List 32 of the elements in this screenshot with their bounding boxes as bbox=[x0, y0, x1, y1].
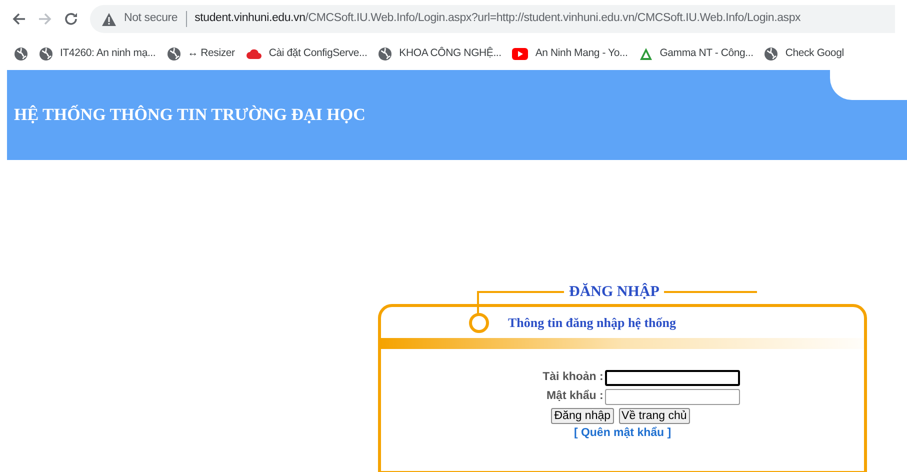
site-title: HỆ THỐNG THÔNG TIN TRƯỜNG ĐẠI HỌC bbox=[14, 104, 366, 126]
bookmark[interactable]: Cài đặt ConfigServe... bbox=[246, 46, 368, 62]
bookmark[interactable]: Check Googl bbox=[764, 46, 844, 62]
globe-icon bbox=[166, 47, 181, 61]
bookmark[interactable] bbox=[14, 47, 28, 61]
globe-icon bbox=[39, 47, 53, 61]
play-icon bbox=[512, 48, 528, 60]
bookmark[interactable]: Gamma NT - Công... bbox=[638, 46, 754, 62]
forgot-password-link[interactable]: [ Quên mật khẩu ] bbox=[574, 424, 672, 442]
globe-icon bbox=[764, 47, 778, 61]
panel-subtitle: Thông tin đăng nhập hệ thống bbox=[508, 314, 676, 332]
mountain-icon bbox=[638, 47, 653, 61]
bookmark[interactable]: An Ninh Mang - Yo... bbox=[512, 46, 628, 62]
cloud-icon bbox=[246, 48, 262, 60]
bookmark[interactable]: ↔ Resizer bbox=[166, 46, 235, 62]
warning-icon bbox=[102, 12, 116, 26]
input-field[interactable] bbox=[605, 370, 740, 386]
input-field[interactable] bbox=[605, 388, 740, 405]
reload-icon[interactable] bbox=[64, 12, 78, 26]
address-bar[interactable]: Not secure student.vinhuni.edu.vn/CMCSoft.IU.Web.Info/Login.aspx?url=http://student.vinhuni.edu.vn/CMCSoft.IU.Web.Info/Login.aspx bbox=[90, 5, 895, 33]
bookmark[interactable]: KHOA CÔNG NGHỆ... bbox=[378, 46, 502, 62]
field-label: Tài khoản : bbox=[542, 370, 604, 385]
form-button[interactable]: Đăng nhập bbox=[551, 408, 614, 424]
security-label: Not secure bbox=[124, 11, 178, 26]
field-label: Mật khẩu : bbox=[546, 388, 604, 404]
back-icon[interactable] bbox=[12, 12, 26, 26]
login-title: ĐĂNG NHẬP bbox=[568, 282, 660, 302]
bookmark[interactable]: IT4260: An ninh mạ... bbox=[39, 46, 156, 62]
globe-icon bbox=[14, 47, 28, 61]
form-button[interactable]: Về trang chủ bbox=[618, 408, 690, 424]
globe-icon bbox=[378, 47, 392, 61]
url-text: student.vinhuni.edu.vn/CMCSoft.IU.Web.Info/Login.aspx?url=http://student.vinhuni.edu.vn/CMCSoft.IU.Web.Info/Login.aspx bbox=[194, 11, 801, 26]
